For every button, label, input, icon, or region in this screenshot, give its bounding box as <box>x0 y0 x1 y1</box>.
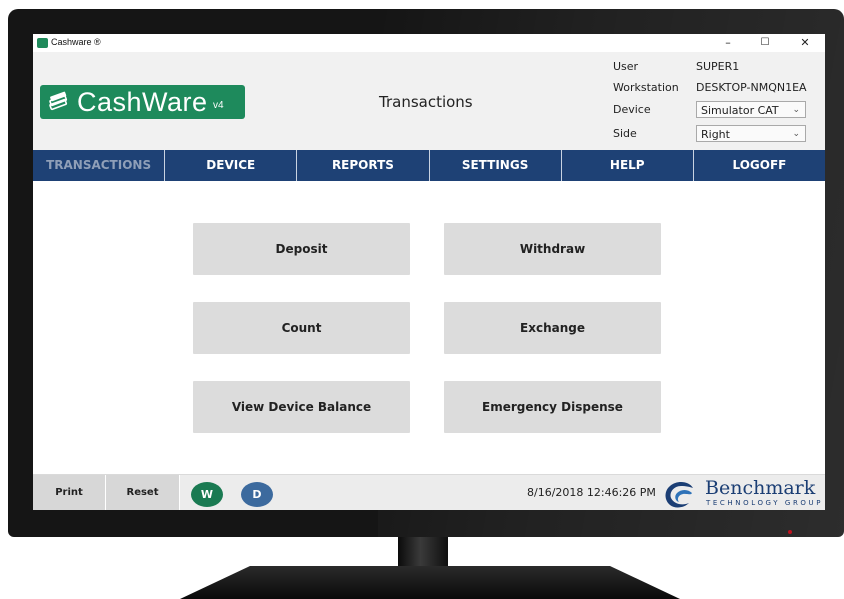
power-led <box>788 530 792 534</box>
logo-text: CashWare <box>77 87 208 117</box>
header: CashWare v4 Transactions User SUPER1 Wor… <box>33 52 825 150</box>
print-button[interactable]: Print <box>33 475 106 510</box>
nav-device[interactable]: DEVICE <box>165 150 298 181</box>
chevron-down-icon: ⌄ <box>792 129 800 139</box>
status-bar: Print Reset Device W D 8/16/2018 12:46:2… <box>33 474 825 510</box>
maximize-button[interactable]: ☐ <box>752 35 778 51</box>
nav-logoff[interactable]: LOGOFF <box>694 150 825 181</box>
reset-device-button[interactable]: Reset Device <box>106 475 180 510</box>
device-select-value: Simulator CAT <box>701 104 779 117</box>
side-label: Side <box>613 127 637 140</box>
device-select[interactable]: Simulator CAT ⌄ <box>696 101 806 118</box>
app-window: Cashware ® – ☐ ✕ CashWare v4 Transaction… <box>33 34 825 510</box>
user-value: SUPER1 <box>696 60 740 73</box>
user-label: User <box>613 60 639 73</box>
side-select-value: Right <box>701 128 730 141</box>
window-title: Cashware ® <box>51 37 101 47</box>
title-bar: Cashware ® – ☐ ✕ <box>33 34 825 52</box>
nav-help[interactable]: HELP <box>562 150 694 181</box>
close-button[interactable]: ✕ <box>792 35 818 51</box>
benchmark-swirl-icon <box>665 482 693 508</box>
page-title: Transactions <box>379 93 473 111</box>
count-button[interactable]: Count <box>193 302 410 354</box>
side-select[interactable]: Right ⌄ <box>696 125 806 142</box>
device-label: Device <box>613 103 651 116</box>
nav-transactions[interactable]: TRANSACTIONS <box>33 150 166 181</box>
cashware-logo: CashWare v4 <box>40 85 245 119</box>
chevron-down-icon: ⌄ <box>792 105 800 115</box>
w-indicator[interactable]: W <box>191 482 223 507</box>
money-stack-icon <box>48 91 70 117</box>
emergency-dispense-button[interactable]: Emergency Dispense <box>444 381 661 433</box>
workstation-label: Workstation <box>613 81 679 94</box>
deposit-button[interactable]: Deposit <box>193 223 410 275</box>
transactions-panel: Deposit Withdraw Count Exchange View Dev… <box>33 181 825 474</box>
main-nav: TRANSACTIONS DEVICE REPORTS SETTINGS HEL… <box>33 150 825 181</box>
exchange-button[interactable]: Exchange <box>444 302 661 354</box>
minimize-button[interactable]: – <box>715 35 741 51</box>
datetime: 8/16/2018 12:46:26 PM <box>527 486 656 499</box>
monitor-base <box>180 566 680 599</box>
workstation-value: DESKTOP-NMQN1EA <box>696 81 807 94</box>
nav-settings[interactable]: SETTINGS <box>430 150 562 181</box>
withdraw-button[interactable]: Withdraw <box>444 223 661 275</box>
d-indicator[interactable]: D <box>241 482 273 507</box>
brand-subtitle: TECHNOLOGY GROUP <box>706 499 824 507</box>
logo-version: v4 <box>213 100 224 111</box>
brand-name: Benchmark <box>705 477 816 499</box>
view-device-balance-button[interactable]: View Device Balance <box>193 381 410 433</box>
app-icon <box>37 38 48 48</box>
nav-reports[interactable]: REPORTS <box>297 150 430 181</box>
